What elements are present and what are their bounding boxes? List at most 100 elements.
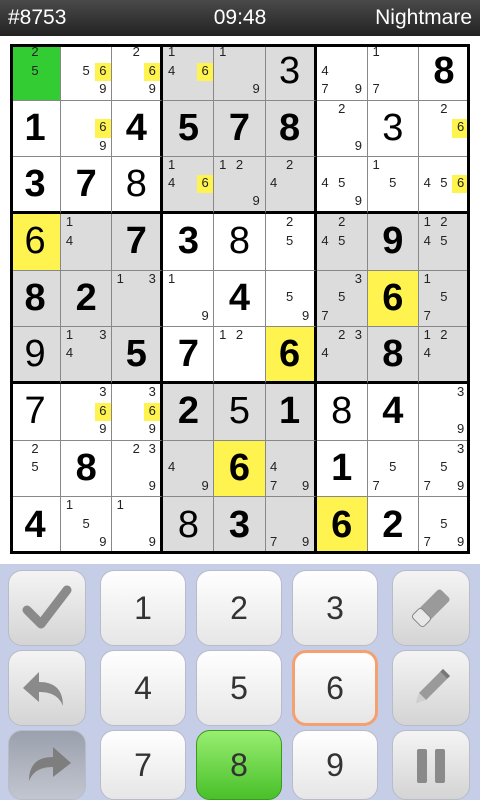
cell-r2c8[interactable]: 3 xyxy=(367,100,419,158)
cell-r2c3[interactable]: 4 xyxy=(112,100,164,158)
cell-r2c1[interactable]: 1 xyxy=(10,100,62,158)
digit-key-6[interactable]: 6 xyxy=(292,650,378,726)
pencil-button[interactable] xyxy=(392,650,470,726)
cell-r8c9[interactable]: 357 9 xyxy=(418,440,470,498)
cell-r7c5[interactable]: 5 xyxy=(214,384,266,441)
cell-r9c3[interactable]: 19 xyxy=(112,497,164,554)
cell-r5c8[interactable]: 6 xyxy=(367,270,419,328)
cell-r7c7[interactable]: 8 xyxy=(316,384,368,441)
eraser-button[interactable] xyxy=(392,570,470,646)
redo-button[interactable] xyxy=(8,730,86,800)
cell-r9c8[interactable]: 2 xyxy=(367,497,419,554)
cell-r6c3[interactable]: 5 xyxy=(112,327,164,384)
cell-r1c1[interactable]: 25 xyxy=(10,44,62,101)
digit-key-9[interactable]: 9 xyxy=(292,730,378,800)
cell-r1c4[interactable]: 1 4 6 xyxy=(163,44,215,101)
digit-key-8[interactable]: 8 xyxy=(196,730,282,800)
cell-r9c2[interactable]: 159 xyxy=(61,497,113,554)
cell-r1c2[interactable]: 569 xyxy=(61,44,113,101)
cell-r5c6[interactable]: 59 xyxy=(265,270,317,328)
pause-button[interactable] xyxy=(392,730,470,800)
cell-r9c5[interactable]: 3 xyxy=(214,497,266,554)
cell-r2c2[interactable]: 69 xyxy=(61,100,113,158)
cell-r5c1[interactable]: 8 xyxy=(10,270,62,328)
cell-r7c8[interactable]: 4 xyxy=(367,384,419,441)
cell-r7c9[interactable]: 39 xyxy=(418,384,470,441)
digit-key-3[interactable]: 3 xyxy=(292,570,378,646)
cell-r7c3[interactable]: 3 69 xyxy=(112,384,164,441)
cell-r1c7[interactable]: 4 7 9 xyxy=(316,44,368,101)
cell-r3c2[interactable]: 7 xyxy=(61,157,113,214)
digit-key-1[interactable]: 1 xyxy=(100,570,186,646)
digit-key-5[interactable]: 5 xyxy=(196,650,282,726)
cell-r1c9[interactable]: 8 xyxy=(418,44,470,101)
cell-r8c6[interactable]: 4 7 9 xyxy=(265,440,317,498)
cell-r1c6[interactable]: 3 xyxy=(265,44,317,101)
cell-r8c4[interactable]: 49 xyxy=(163,440,215,498)
cell-r7c6[interactable]: 1 xyxy=(265,384,317,441)
cell-r7c2[interactable]: 3 69 xyxy=(61,384,113,441)
cell-r8c5[interactable]: 6 xyxy=(214,440,266,498)
cell-r3c3[interactable]: 8 xyxy=(112,157,164,214)
cell-r9c9[interactable]: 57 9 xyxy=(418,497,470,554)
cell-r4c7[interactable]: 245 xyxy=(316,214,368,271)
cell-r6c6[interactable]: 6 xyxy=(265,327,317,384)
cell-r6c7[interactable]: 23 4 xyxy=(316,327,368,384)
digit-key-4[interactable]: 4 xyxy=(100,650,186,726)
cell-r4c8[interactable]: 9 xyxy=(367,214,419,271)
cell-r9c7[interactable]: 6 xyxy=(316,497,368,554)
cell-r3c1[interactable]: 3 xyxy=(10,157,62,214)
digit-key-2[interactable]: 2 xyxy=(196,570,282,646)
cell-r1c8[interactable]: 17 xyxy=(367,44,419,101)
cell-r5c7[interactable]: 357 xyxy=(316,270,368,328)
check-button[interactable] xyxy=(8,570,86,646)
cell-r4c2[interactable]: 14 xyxy=(61,214,113,271)
cell-r1c3[interactable]: 269 xyxy=(112,44,164,101)
cell-r4c1[interactable]: 6 xyxy=(10,214,62,271)
undo-button[interactable] xyxy=(8,650,86,726)
cell-r2c9[interactable]: 26 xyxy=(418,100,470,158)
cell-r3c5[interactable]: 12 9 xyxy=(214,157,266,214)
cell-r4c6[interactable]: 25 xyxy=(265,214,317,271)
cell-r7c1[interactable]: 7 xyxy=(10,384,62,441)
cell-r3c8[interactable]: 15 xyxy=(367,157,419,214)
cell-r7c4[interactable]: 2 xyxy=(163,384,215,441)
cell-r2c6[interactable]: 8 xyxy=(265,100,317,158)
cell-r8c1[interactable]: 25 xyxy=(10,440,62,498)
cell-r5c9[interactable]: 157 xyxy=(418,270,470,328)
cell-r6c1[interactable]: 9 xyxy=(10,327,62,384)
cell-r8c7[interactable]: 1 xyxy=(316,440,368,498)
cell-r3c9[interactable]: 456 xyxy=(418,157,470,214)
cell-r4c3[interactable]: 7 xyxy=(112,214,164,271)
cell-r4c9[interactable]: 1245 xyxy=(418,214,470,271)
cell-r6c9[interactable]: 124 xyxy=(418,327,470,384)
cell-r6c4[interactable]: 7 xyxy=(163,327,215,384)
cell-r5c4[interactable]: 19 xyxy=(163,270,215,328)
cell-r1c5[interactable]: 19 xyxy=(214,44,266,101)
cell-r2c7[interactable]: 29 xyxy=(316,100,368,158)
pencil-mark: 4 xyxy=(168,175,176,191)
cell-r4c4[interactable]: 3 xyxy=(163,214,215,271)
cell-r2c5[interactable]: 7 xyxy=(214,100,266,158)
cell-r6c5[interactable]: 12 xyxy=(214,327,266,384)
cell-r8c2[interactable]: 8 xyxy=(61,440,113,498)
cell-r4c5[interactable]: 8 xyxy=(214,214,266,271)
pencil-mark: 6 xyxy=(94,119,112,138)
cell-r9c6[interactable]: 79 xyxy=(265,497,317,554)
cell-r5c3[interactable]: 13 xyxy=(112,270,164,328)
cell-r8c3[interactable]: 23 9 xyxy=(112,440,164,498)
cell-value: 7 xyxy=(177,332,199,375)
digit-key-7[interactable]: 7 xyxy=(100,730,186,800)
cell-r9c4[interactable]: 8 xyxy=(163,497,215,554)
cell-r8c8[interactable]: 57 xyxy=(367,440,419,498)
cell-r6c2[interactable]: 1 3 4 xyxy=(61,327,113,384)
cell-r3c7[interactable]: 459 xyxy=(316,157,368,214)
cell-r3c6[interactable]: 24 xyxy=(265,157,317,214)
cell-r9c1[interactable]: 4 xyxy=(10,497,62,554)
cell-value: 1 xyxy=(279,390,301,433)
cell-r5c5[interactable]: 4 xyxy=(214,270,266,328)
cell-r2c4[interactable]: 5 xyxy=(163,100,215,158)
cell-r6c8[interactable]: 8 xyxy=(367,327,419,384)
cell-r3c4[interactable]: 1 4 6 xyxy=(163,157,215,214)
cell-r5c2[interactable]: 2 xyxy=(61,270,113,328)
